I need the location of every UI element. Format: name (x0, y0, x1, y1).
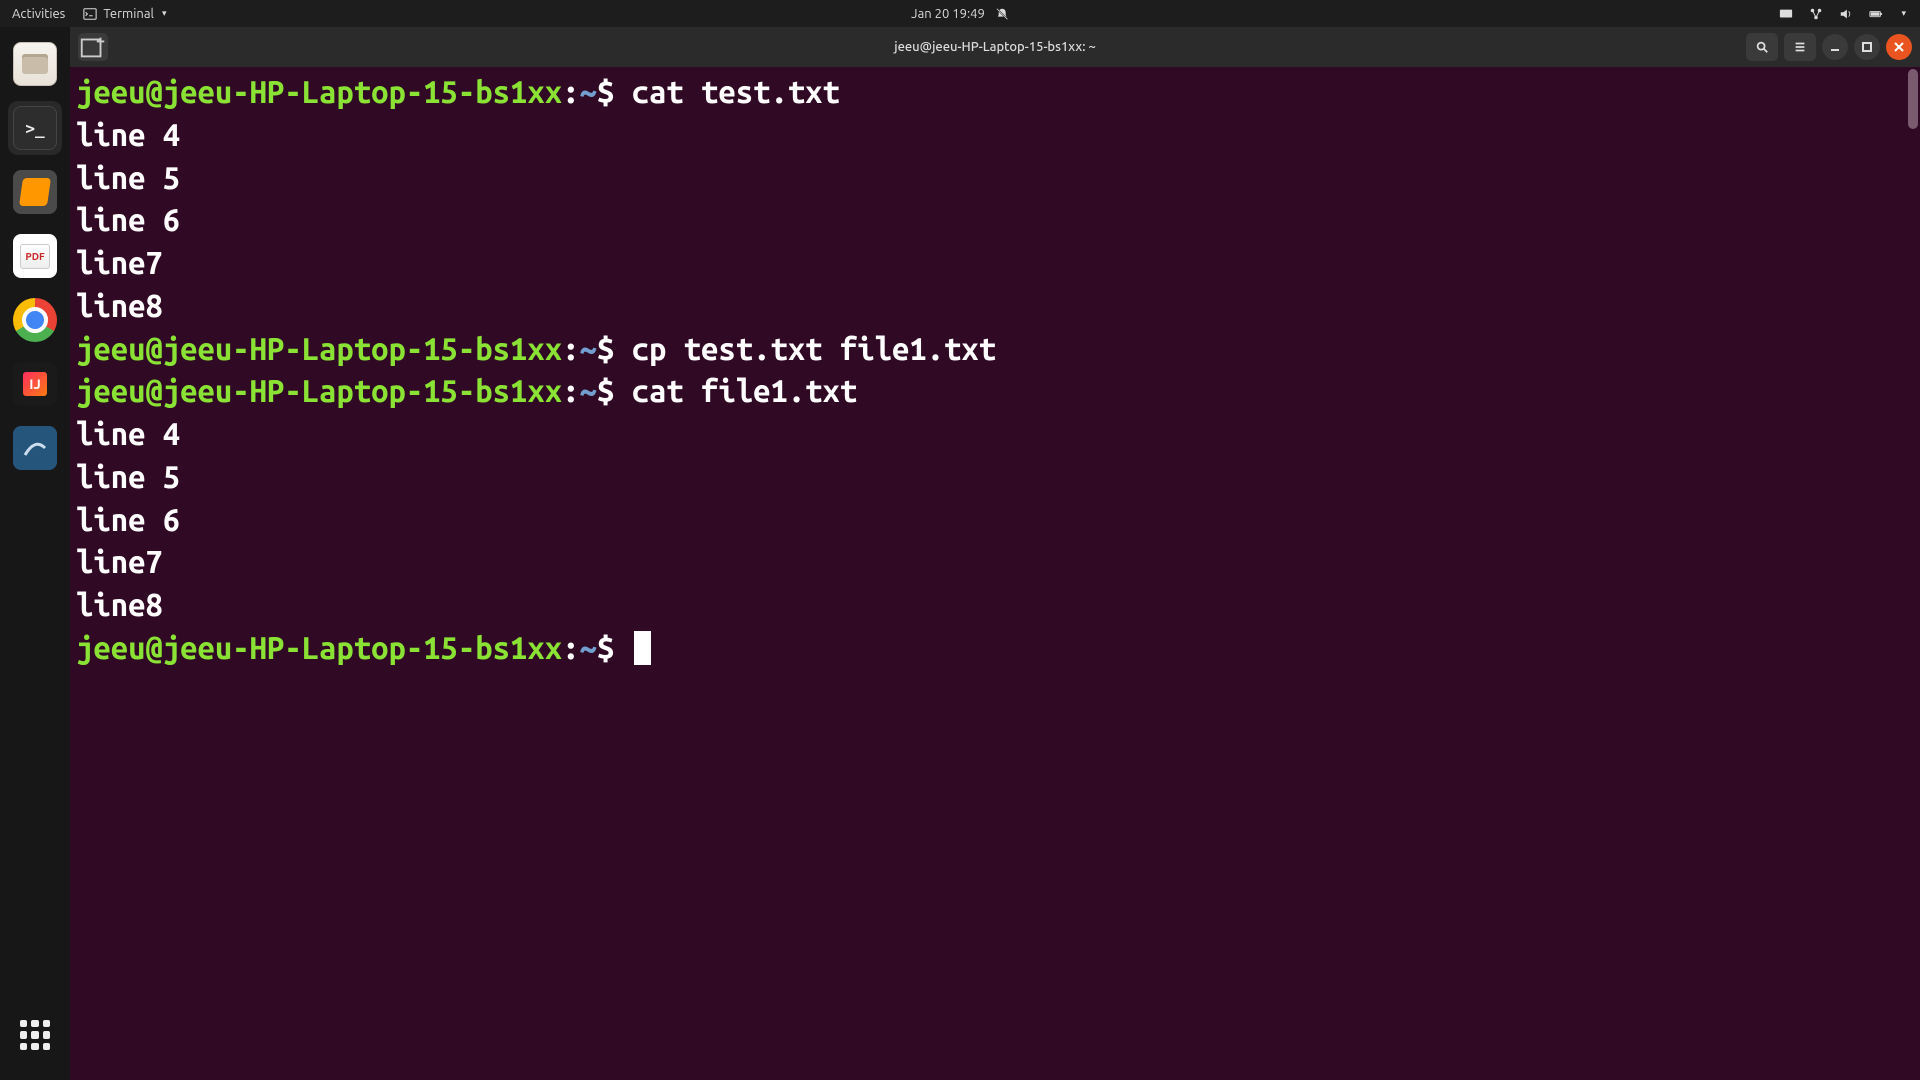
dock-item-sublime[interactable] (8, 165, 62, 219)
dock-item-intellij[interactable] (8, 357, 62, 411)
output-line: line 4 (76, 114, 1914, 157)
terminal-line: jeeu@jeeu-HP-Laptop-15-bs1xx:~$ cat test… (76, 71, 1914, 114)
terminal-icon (83, 7, 97, 21)
prompt-symbol: $ (597, 331, 614, 366)
search-icon (1755, 40, 1769, 54)
clock[interactable]: Jan 20 19:49 (911, 7, 985, 21)
prompt-colon: : (562, 74, 579, 109)
terminal-icon (13, 106, 57, 150)
command-text (614, 630, 631, 665)
output-line: line 6 (76, 499, 1914, 542)
screen-icon[interactable] (1779, 7, 1793, 21)
output-line: line 6 (76, 199, 1914, 242)
new-tab-button[interactable] (78, 33, 108, 61)
hamburger-icon (1793, 40, 1807, 54)
prompt-symbol: $ (597, 630, 614, 665)
prompt-path: ~ (579, 630, 596, 665)
cursor (634, 631, 651, 665)
output-line: line 5 (76, 157, 1914, 200)
prompt-path: ~ (579, 74, 596, 109)
activities-button[interactable]: Activities (12, 7, 65, 21)
output-line: line 5 (76, 456, 1914, 499)
dock-item-chrome[interactable] (8, 293, 62, 347)
network-icon[interactable] (1809, 7, 1823, 21)
minimize-icon (1830, 42, 1840, 52)
prompt-colon: : (562, 331, 579, 366)
chrome-icon (13, 298, 57, 342)
terminal-window: jeeu@jeeu-HP-Laptop-15-bs1xx: ~ jeeu@jee… (70, 27, 1920, 1080)
prompt-symbol: $ (597, 74, 614, 109)
app-menu-label: Terminal (103, 7, 154, 21)
command-text: cat file1.txt (614, 373, 857, 408)
top-panel: Activities Terminal ▾ Jan 20 19:49 ▾ (0, 0, 1920, 27)
pdf-icon (13, 234, 57, 278)
dock-item-files[interactable] (8, 37, 62, 91)
terminal-body[interactable]: jeeu@jeeu-HP-Laptop-15-bs1xx:~$ cat test… (70, 67, 1920, 1080)
prompt-user-host: jeeu@jeeu-HP-Laptop-15-bs1xx (76, 373, 562, 408)
terminal-line: jeeu@jeeu-HP-Laptop-15-bs1xx:~$ (76, 627, 1914, 670)
maximize-button[interactable] (1854, 34, 1880, 60)
output-line: line8 (76, 584, 1914, 627)
titlebar[interactable]: jeeu@jeeu-HP-Laptop-15-bs1xx: ~ (70, 27, 1920, 67)
window-title: jeeu@jeeu-HP-Laptop-15-bs1xx: ~ (894, 40, 1096, 54)
output-line: line8 (76, 285, 1914, 328)
files-icon (13, 42, 57, 86)
prompt-user-host: jeeu@jeeu-HP-Laptop-15-bs1xx (76, 331, 562, 366)
prompt-user-host: jeeu@jeeu-HP-Laptop-15-bs1xx (76, 74, 562, 109)
menu-button[interactable] (1784, 33, 1816, 61)
chevron-down-icon[interactable]: ▾ (1901, 8, 1906, 19)
apps-grid-icon (20, 1020, 50, 1050)
close-icon (1894, 42, 1904, 52)
output-line: line7 (76, 541, 1914, 584)
terminal-line: jeeu@jeeu-HP-Laptop-15-bs1xx:~$ cat file… (76, 370, 1914, 413)
minimize-button[interactable] (1822, 34, 1848, 60)
sublime-icon (13, 170, 57, 214)
intellij-icon (13, 362, 57, 406)
prompt-path: ~ (579, 331, 596, 366)
new-tab-icon (78, 32, 108, 62)
output-line: line 4 (76, 413, 1914, 456)
prompt-symbol: $ (597, 373, 614, 408)
command-text: cat test.txt (614, 74, 840, 109)
dock-item-pdf[interactable] (8, 229, 62, 283)
scrollbar-thumb[interactable] (1908, 69, 1918, 129)
workbench-icon (13, 426, 57, 470)
output-line: line7 (76, 242, 1914, 285)
dock (0, 27, 70, 1080)
command-text: cp test.txt file1.txt (614, 331, 996, 366)
battery-icon[interactable] (1869, 7, 1883, 21)
prompt-user-host: jeeu@jeeu-HP-Laptop-15-bs1xx (76, 630, 562, 665)
maximize-icon (1862, 42, 1872, 52)
dock-item-terminal[interactable] (8, 101, 62, 155)
prompt-colon: : (562, 373, 579, 408)
chevron-down-icon: ▾ (162, 8, 167, 19)
notification-off-icon[interactable] (995, 7, 1009, 21)
show-applications-button[interactable] (8, 1008, 62, 1062)
terminal-line: jeeu@jeeu-HP-Laptop-15-bs1xx:~$ cp test.… (76, 328, 1914, 371)
volume-icon[interactable] (1839, 7, 1853, 21)
close-button[interactable] (1886, 34, 1912, 60)
prompt-colon: : (562, 630, 579, 665)
dock-item-workbench[interactable] (8, 421, 62, 475)
search-button[interactable] (1746, 33, 1778, 61)
app-menu[interactable]: Terminal ▾ (83, 7, 166, 21)
prompt-path: ~ (579, 373, 596, 408)
